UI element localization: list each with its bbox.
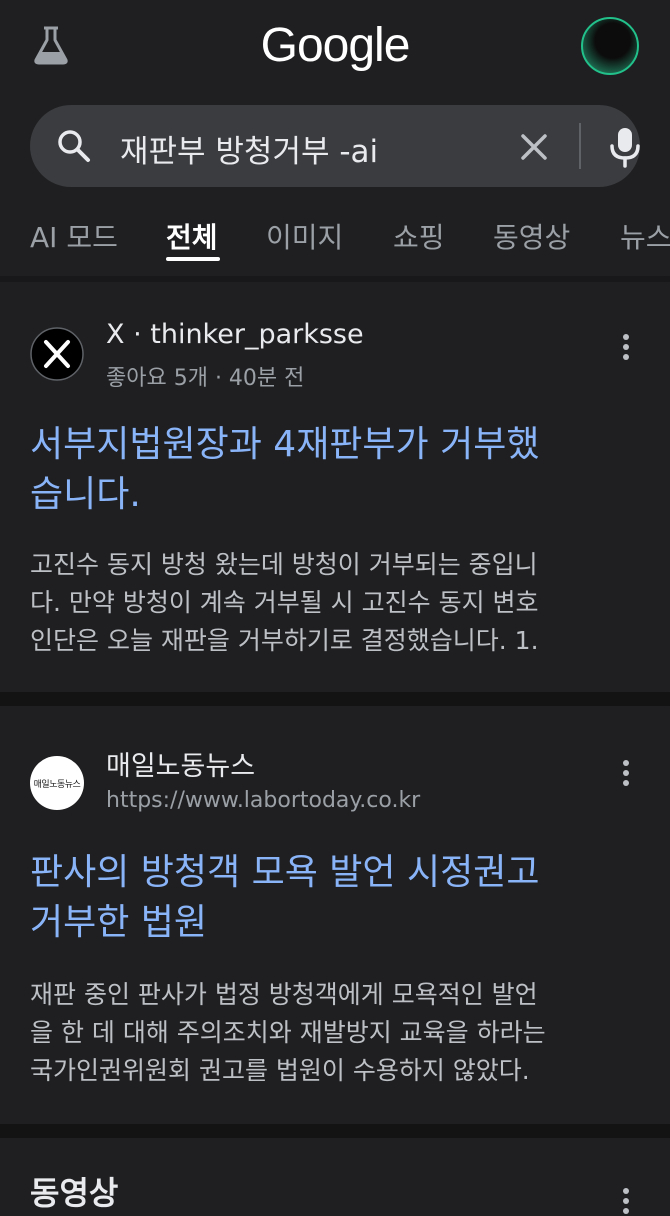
result-source-url: https://www.labortoday.co.kr (106, 788, 421, 813)
result-title-line[interactable]: 판사의 방청객 모욕 발언 시정권고 (30, 848, 640, 898)
result-source-meta: 좋아요 5개 · 40분 전 (106, 366, 305, 391)
snippet-line: 을 한 데 대해 주의조치와 재발방지 교육을 하라는 (30, 1018, 546, 1047)
tab-all[interactable]: 전체 (166, 216, 218, 256)
search-result: X · thinker_parksse 좋아요 5개 · 40분 전 서부지법원… (0, 282, 670, 692)
google-logo[interactable]: Google (0, 18, 670, 73)
result-title-line[interactable]: 습니다. (30, 470, 640, 520)
active-tab-indicator (166, 257, 220, 261)
snippet-line: 다. 만약 방청이 계속 거부될 시 고진수 동지 변호 (30, 588, 539, 617)
snippet-line: 국가인권위원회 권고를 법원이 수용하지 않았다. (30, 1056, 530, 1085)
result-source-name[interactable]: 매일노동뉴스 (106, 744, 255, 783)
result-title-line[interactable]: 서부지법원장과 4재판부가 거부했 (30, 420, 640, 470)
tab-images[interactable]: 이미지 (266, 216, 343, 256)
search-divider (579, 123, 581, 169)
search-query-text[interactable]: 재판부 방청거부 -ai (120, 126, 378, 171)
snippet-line: 고진수 동지 방청 왔는데 방청이 거부되는 중입니 (30, 550, 538, 579)
result-source-name[interactable]: X · thinker_parksse (106, 319, 364, 350)
search-icon (58, 130, 90, 162)
more-options-icon[interactable] (618, 758, 634, 788)
result-title-line[interactable]: 거부한 법원 (30, 898, 640, 948)
tab-ai-mode[interactable]: AI 모드 (30, 216, 118, 256)
section-heading: 동영상 (30, 1174, 119, 1212)
result-title[interactable]: 서부지법원장과 4재판부가 거부했 습니다. (30, 420, 640, 520)
microphone-icon[interactable] (605, 125, 645, 169)
divider (0, 1124, 670, 1138)
labortoday-logo: 매일노동뉴스 (30, 756, 84, 810)
search-tabs: AI 모드 전체 이미지 쇼핑 동영상 뉴스 (0, 210, 670, 274)
tab-videos[interactable]: 동영상 (493, 216, 570, 256)
x-logo-icon (30, 327, 84, 381)
result-snippet: 재판 중인 판사가 법정 방청객에게 모욕적인 발언 을 한 데 대해 주의조치… (30, 976, 640, 1090)
search-result: 매일노동뉴스 매일노동뉴스 https://www.labortoday.co.… (0, 706, 670, 1124)
divider (0, 692, 670, 706)
tab-news[interactable]: 뉴스 (620, 216, 670, 256)
more-options-icon[interactable] (618, 1186, 634, 1216)
header: Google (0, 0, 670, 92)
result-title[interactable]: 판사의 방청객 모욕 발언 시정권고 거부한 법원 (30, 848, 640, 948)
tab-shopping[interactable]: 쇼핑 (393, 216, 445, 256)
more-options-icon[interactable] (618, 332, 634, 362)
snippet-line: 인단은 오늘 재판을 거부하기로 결정했습니다. 1. (30, 626, 539, 655)
search-bar[interactable]: 재판부 방청거부 -ai (30, 105, 640, 187)
account-avatar[interactable] (581, 17, 639, 75)
result-snippet: 고진수 동지 방청 왔는데 방청이 거부되는 중입니 다. 만약 방청이 계속 … (30, 546, 640, 660)
clear-icon[interactable] (516, 129, 552, 165)
snippet-line: 재판 중인 판사가 법정 방청객에게 모욕적인 발언 (30, 980, 538, 1009)
